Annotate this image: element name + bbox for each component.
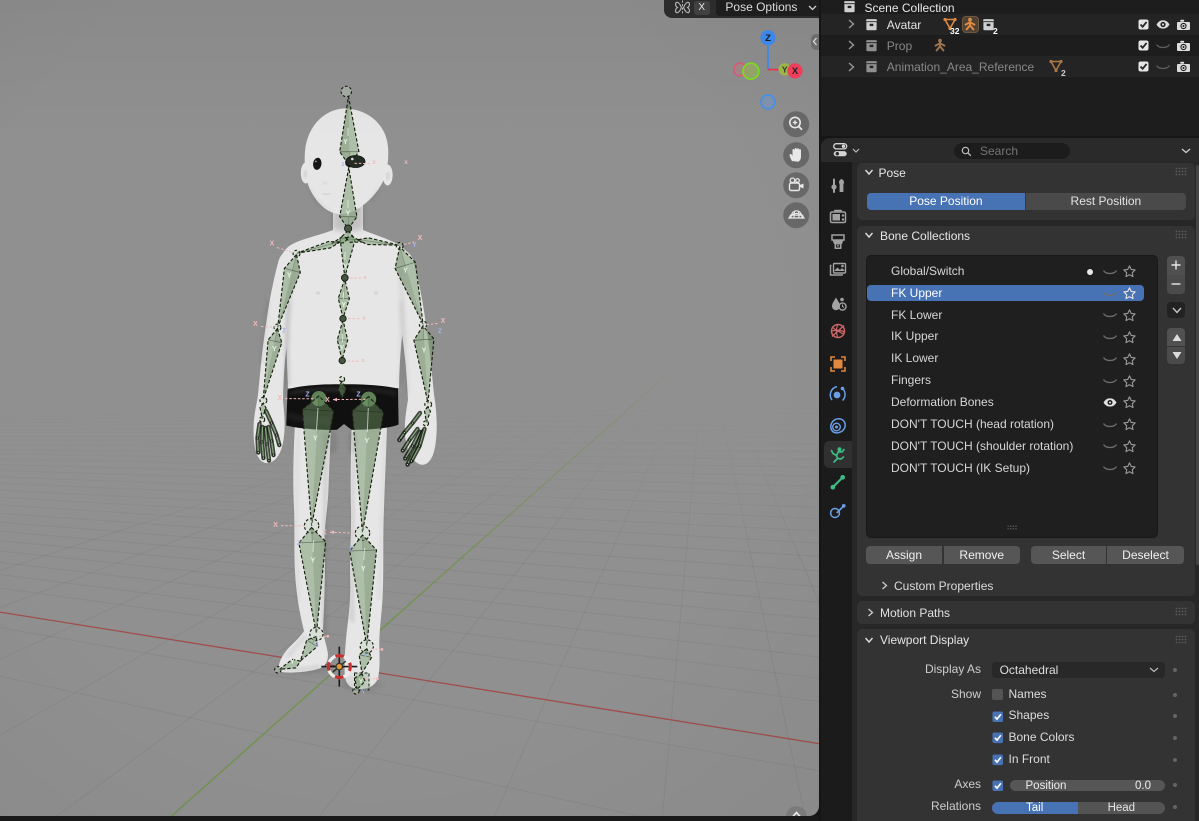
svg-text:Y: Y (782, 64, 788, 74)
svg-text:Z: Z (765, 33, 771, 44)
svg-text:X: X (792, 66, 799, 77)
